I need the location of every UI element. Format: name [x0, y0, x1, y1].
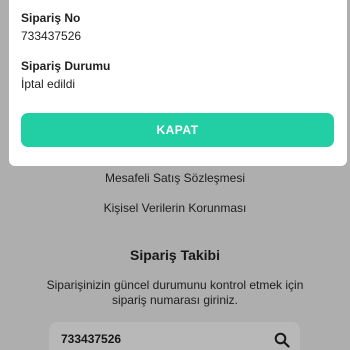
- order-status-value: İptal edildi: [21, 77, 76, 91]
- order-status-modal: Sipariş No 733437526 Sipariş Durumu İpta…: [9, 0, 347, 166]
- page: Mesafeli Satış Sözleşmesi Kişisel Verile…: [0, 0, 350, 350]
- order-no-value: 733437526: [21, 29, 82, 43]
- order-no-label: Sipariş No: [21, 11, 81, 25]
- order-status-label: Sipariş Durumu: [21, 59, 111, 73]
- close-button[interactable]: KAPAT: [21, 113, 334, 147]
